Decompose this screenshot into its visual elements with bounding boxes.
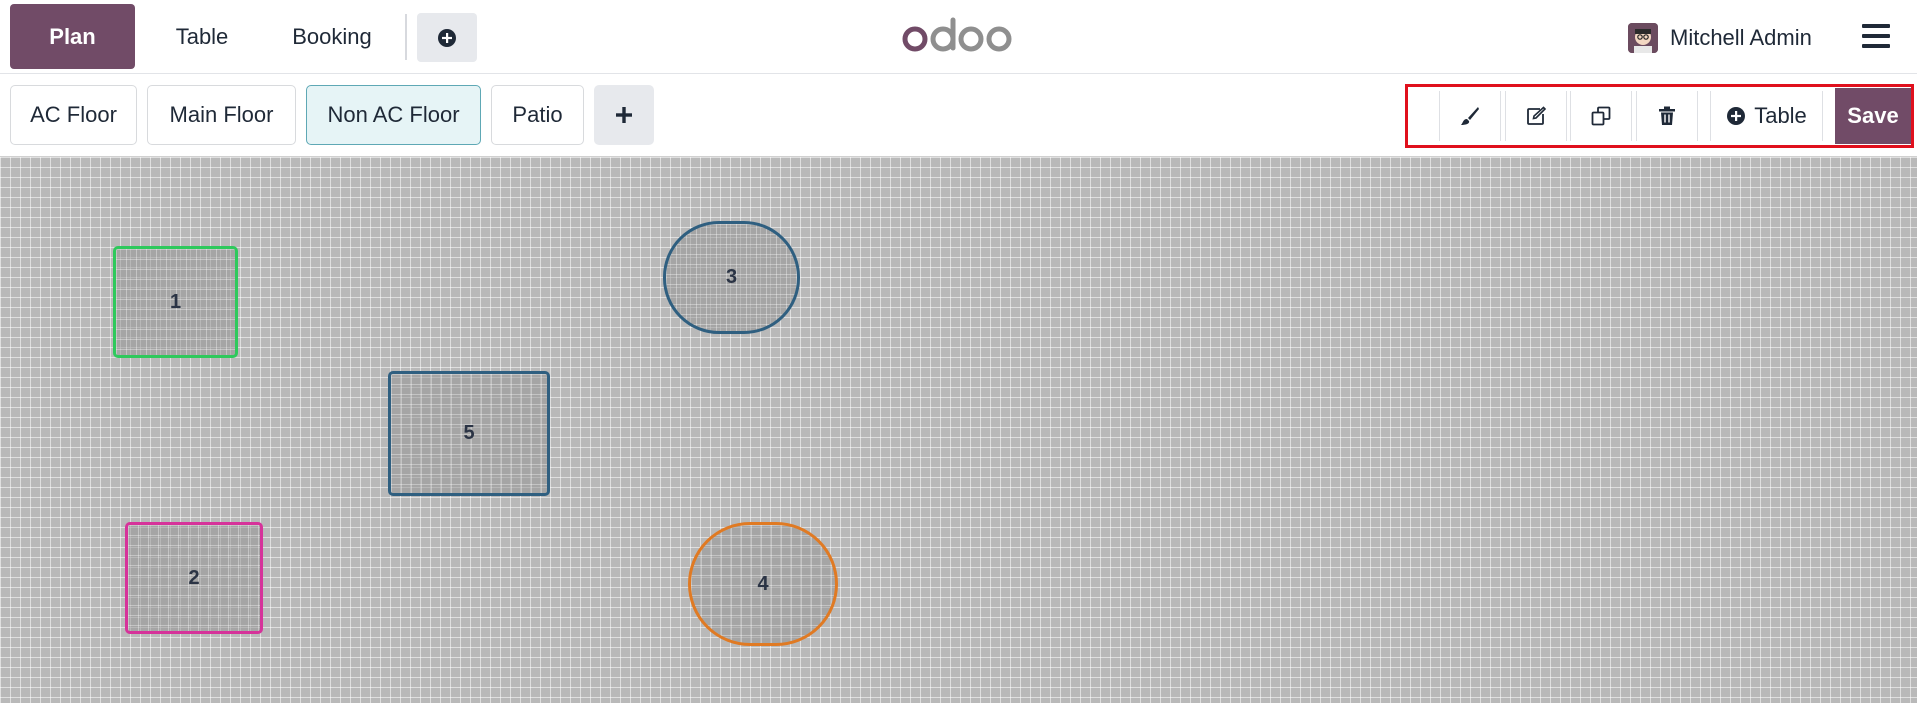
nav-divider (405, 14, 407, 60)
avatar (1628, 23, 1658, 53)
user-name: Mitchell Admin (1670, 25, 1812, 50)
floor-tab-non-ac-floor[interactable]: Non AC Floor (306, 85, 481, 145)
change-color-button[interactable] (1439, 91, 1501, 141)
floor-tab-ac-floor[interactable]: AC Floor (10, 85, 137, 145)
brush-icon (1461, 107, 1479, 125)
table-1[interactable]: 1 (113, 246, 238, 358)
floor-toolbar: AC Floor Main Floor Non AC Floor Patio T… (0, 74, 1917, 156)
duplicate-button[interactable] (1570, 91, 1632, 141)
table-5[interactable]: 5 (388, 371, 550, 496)
plus-circle-icon (438, 28, 456, 47)
rename-icon (1527, 106, 1547, 125)
add-table-button[interactable]: Table (1710, 91, 1823, 141)
trash-icon (1659, 106, 1675, 125)
nav-tab-booking[interactable]: Booking (270, 4, 394, 69)
table-3[interactable]: 3 (663, 221, 800, 334)
copy-icon (1591, 106, 1611, 126)
save-button[interactable]: Save (1835, 88, 1911, 144)
delete-button[interactable] (1636, 91, 1698, 141)
plus-icon (616, 107, 632, 123)
user-menu[interactable]: Mitchell Admin (1628, 18, 1812, 58)
table-4[interactable]: 4 (688, 522, 838, 646)
add-table-label: Table (1754, 103, 1807, 128)
add-button[interactable] (417, 13, 477, 62)
floor-plan-canvas[interactable]: 1 3 5 2 4 (0, 156, 1917, 703)
add-floor-button[interactable] (594, 85, 654, 145)
nav-tab-table[interactable]: Table (145, 4, 259, 69)
top-navbar: Plan Table Booking Mitchell Admin (0, 0, 1917, 74)
floor-tab-main-floor[interactable]: Main Floor (147, 85, 296, 145)
edit-toolbar: Table Save (1405, 84, 1914, 148)
floor-tab-patio[interactable]: Patio (491, 85, 584, 145)
nav-tab-plan[interactable]: Plan (10, 4, 135, 69)
hamburger-icon[interactable] (1862, 24, 1890, 50)
plus-circle-icon (1727, 107, 1746, 125)
rename-button[interactable] (1505, 91, 1567, 141)
odoo-logo (902, 17, 1012, 52)
table-2[interactable]: 2 (125, 522, 263, 634)
